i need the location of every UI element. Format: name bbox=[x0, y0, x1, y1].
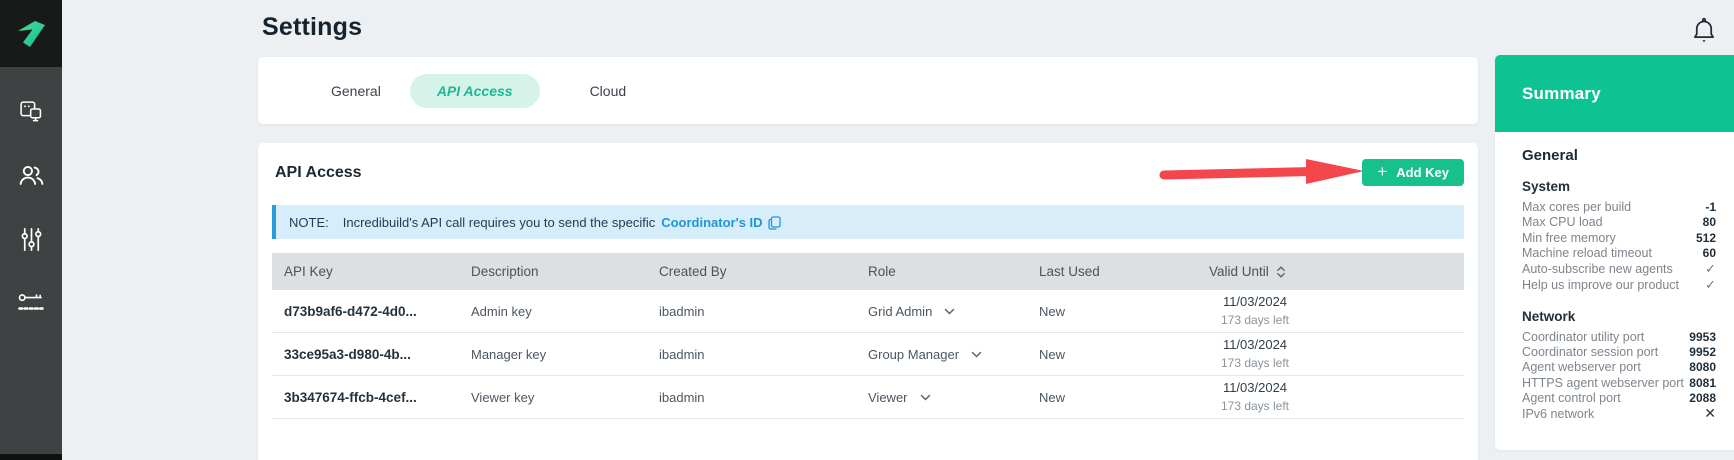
summary-row: IPv6 network ✕ bbox=[1522, 406, 1716, 422]
role-dropdown[interactable]: Viewer bbox=[856, 390, 1027, 405]
incredibuild-logo-icon bbox=[14, 17, 48, 51]
summary-panel: Summary General System Max cores per bui… bbox=[1495, 55, 1734, 450]
valid-until-cell: 11/03/2024 173 days left bbox=[1197, 293, 1464, 329]
summary-row: HTTPS agent webserver port 8081 bbox=[1522, 376, 1716, 391]
annotation-arrow-icon bbox=[1156, 155, 1368, 189]
note-label: NOTE: bbox=[289, 215, 329, 230]
note-text: Incredibuild's API call requires you to … bbox=[343, 215, 655, 230]
builds-icon bbox=[18, 98, 45, 125]
settings-tabs: General API Access Cloud bbox=[258, 57, 1478, 124]
column-header-created-by: Created By bbox=[647, 264, 856, 279]
sidebar-item-users[interactable] bbox=[15, 159, 47, 191]
coordinators-id-link[interactable]: Coordinator's ID bbox=[661, 215, 762, 230]
summary-section-general: General bbox=[1522, 147, 1716, 164]
tab-api-access[interactable]: API Access bbox=[410, 74, 540, 108]
summary-row: Machine reload timeout 60 bbox=[1522, 246, 1716, 261]
summary-row: Min free memory 512 bbox=[1522, 231, 1716, 246]
summary-row: Max cores per build -1 bbox=[1522, 200, 1716, 215]
summary-row: Agent webserver port 8080 bbox=[1522, 360, 1716, 375]
summary-header: Summary bbox=[1495, 55, 1734, 132]
column-header-role: Role bbox=[856, 264, 1027, 279]
summary-group-network: Network bbox=[1522, 309, 1716, 324]
role-dropdown[interactable]: Grid Admin bbox=[856, 304, 1027, 319]
add-key-button[interactable]: + Add Key bbox=[1362, 159, 1464, 186]
tab-cloud[interactable]: Cloud bbox=[590, 83, 627, 99]
sidebar-item-builds[interactable] bbox=[15, 95, 47, 127]
page-title: Settings bbox=[262, 13, 362, 42]
column-header-api-key: API Key bbox=[272, 264, 459, 279]
table-row[interactable]: 3b347674-ffcb-4cef... Viewer key ibadmin… bbox=[272, 376, 1464, 419]
notifications-button[interactable] bbox=[1688, 15, 1720, 51]
column-header-last-used: Last Used bbox=[1027, 264, 1197, 279]
check-icon: ✓ bbox=[1705, 277, 1716, 292]
created-by-value: ibadmin bbox=[647, 347, 856, 362]
cross-icon: ✕ bbox=[1704, 406, 1716, 421]
summary-title: Summary bbox=[1522, 84, 1601, 104]
incredibuild-logo[interactable] bbox=[0, 0, 62, 67]
column-header-description: Description bbox=[459, 264, 647, 279]
summary-row: Coordinator utility port 9953 bbox=[1522, 330, 1716, 345]
api-access-heading: API Access bbox=[275, 164, 362, 182]
summary-row: Coordinator session port 9952 bbox=[1522, 345, 1716, 360]
tab-general[interactable]: General bbox=[331, 83, 381, 99]
table-row[interactable]: 33ce95a3-d980-4b... Manager key ibadmin … bbox=[272, 333, 1464, 376]
summary-body: General System Max cores per build -1 Ma… bbox=[1495, 132, 1734, 423]
plus-icon: + bbox=[1377, 163, 1387, 180]
summary-row: Agent control port 2088 bbox=[1522, 391, 1716, 406]
users-icon bbox=[17, 161, 46, 190]
sidebar-bottom-strip bbox=[0, 454, 62, 460]
description-value: Admin key bbox=[459, 304, 647, 319]
chevron-down-icon bbox=[944, 308, 955, 315]
table-row[interactable]: d73b9af6-d472-4d0... Admin key ibadmin G… bbox=[272, 290, 1464, 333]
role-dropdown[interactable]: Group Manager bbox=[856, 347, 1027, 362]
created-by-value: ibadmin bbox=[647, 390, 856, 405]
copy-icon[interactable] bbox=[768, 216, 781, 230]
summary-group-system: System bbox=[1522, 179, 1716, 194]
sliders-icon bbox=[18, 226, 45, 253]
api-key-value: 33ce95a3-d980-4b... bbox=[272, 347, 459, 362]
api-keys-table: API Key Description Created By Role Last… bbox=[272, 253, 1464, 419]
api-key-value: d73b9af6-d472-4d0... bbox=[272, 304, 459, 319]
bell-icon bbox=[1690, 16, 1718, 48]
note-banner: NOTE: Incredibuild's API call requires y… bbox=[272, 205, 1464, 239]
sidebar-item-settings[interactable] bbox=[15, 223, 47, 255]
sidebar-item-api-keys[interactable] bbox=[15, 287, 47, 319]
sidebar-nav bbox=[0, 67, 62, 319]
last-used-value: New bbox=[1027, 304, 1197, 319]
summary-row: Auto-subscribe new agents ✓ bbox=[1522, 261, 1716, 277]
last-used-value: New bbox=[1027, 347, 1197, 362]
chevron-down-icon bbox=[920, 394, 931, 401]
sidebar bbox=[0, 0, 62, 460]
last-used-value: New bbox=[1027, 390, 1197, 405]
created-by-value: ibadmin bbox=[647, 304, 856, 319]
valid-until-cell: 11/03/2024 173 days left bbox=[1197, 379, 1464, 415]
check-icon: ✓ bbox=[1705, 261, 1716, 276]
summary-row: Max CPU load 80 bbox=[1522, 215, 1716, 230]
description-value: Manager key bbox=[459, 347, 647, 362]
app-root: Settings General API Access Cloud API Ac… bbox=[0, 0, 1734, 460]
description-value: Viewer key bbox=[459, 390, 647, 405]
chevron-down-icon bbox=[971, 351, 982, 358]
api-key-icon bbox=[17, 291, 45, 315]
api-key-value: 3b347674-ffcb-4cef... bbox=[272, 390, 459, 405]
sort-icon[interactable] bbox=[1276, 265, 1286, 279]
summary-row: Help us improve our product ✓ bbox=[1522, 277, 1716, 293]
column-header-valid-until[interactable]: Valid Until bbox=[1197, 264, 1464, 279]
api-access-panel: API Access + Add Key NOTE: Incredibuild'… bbox=[258, 143, 1478, 460]
valid-until-cell: 11/03/2024 173 days left bbox=[1197, 336, 1464, 372]
add-key-label: Add Key bbox=[1396, 165, 1449, 180]
table-header-row: API Key Description Created By Role Last… bbox=[272, 253, 1464, 290]
